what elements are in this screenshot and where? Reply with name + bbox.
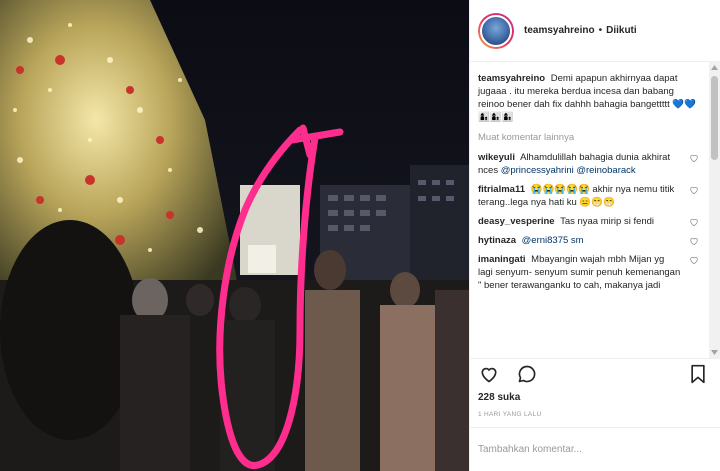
avatar[interactable] [478,12,514,49]
post-header: teamsyahreino • Diikuti [470,0,720,62]
comment-item: hytinaza @erni8375 sm [478,234,701,247]
heart-icon[interactable] [689,255,699,265]
comment-icon [518,365,536,382]
comment-input[interactable] [478,444,713,455]
comment-item: wikeyuli Alhamdulillah bahagia dunia akh… [478,151,701,177]
comment-username[interactable]: hytinaza [478,235,516,246]
heart-icon [481,367,497,382]
header-separator: • [598,25,603,36]
scroll-up-arrow-icon[interactable] [709,62,720,73]
heart-icon-svg [690,218,698,227]
post-photo[interactable] [0,0,469,471]
post-timestamp: 1 HARI YANG LALU [478,411,542,418]
like-button[interactable] [478,363,500,385]
instagram-post: teamsyahreino • Diikuti teamsyahreino De… [0,0,720,471]
header-text: teamsyahreino • Diikuti [524,25,637,36]
bookmark-icon [691,364,705,383]
scroll-down-arrow-svg [711,350,718,355]
post-caption: teamsyahreino Demi apapun akhirnyaa dapa… [478,72,701,124]
likes-count[interactable]: 228 suka [478,392,520,403]
load-more-comments[interactable]: Muat komentar lainnya [478,132,701,143]
heart-icon[interactable] [689,185,699,195]
heart-icon[interactable] [689,236,699,246]
avatar-image [480,14,512,47]
add-comment-bar [470,427,720,471]
caption-username[interactable]: teamsyahreino [478,73,545,84]
save-button[interactable] [687,363,709,385]
scroll-down-arrow-icon[interactable] [709,347,720,358]
comment-username[interactable]: fitrialma11 [478,184,525,195]
scroll-up-arrow-svg [711,65,718,70]
scrollbar-thumb[interactable] [711,76,718,160]
photo-illustration [0,0,469,471]
heart-icon-svg [690,237,698,246]
comment-button[interactable] [516,363,538,385]
comment-username[interactable]: wikeyuli [478,152,515,163]
header-username[interactable]: teamsyahreino [524,25,595,36]
comment-username[interactable]: deasy_vesperine [478,216,555,227]
comment-text: Tas nyaa mirip si fendi [560,216,655,227]
post-sidebar: teamsyahreino • Diikuti teamsyahreino De… [469,0,720,471]
heart-icon[interactable] [689,153,699,163]
heart-icon-svg [690,186,698,195]
comment-item: imaningati Mbayangin wajah mbh Mijan yg … [478,253,701,292]
comment-mention[interactable]: @princessyahrini @reinobarack [501,165,636,176]
follow-status[interactable]: Diikuti [606,25,637,36]
comment-item: deasy_vesperine Tas nyaa mirip si fendi [478,215,701,228]
comments-section: teamsyahreino Demi apapun akhirnyaa dapa… [470,62,720,358]
comment-mention[interactable]: @erni8375 sm [522,235,584,246]
heart-icon[interactable] [689,217,699,227]
heart-icon-svg [690,256,698,265]
comments-scrollbar[interactable] [709,62,720,358]
action-bar [470,358,720,388]
comment-username[interactable]: imaningati [478,254,526,265]
heart-icon-svg [690,154,698,163]
comment-item: fitrialma11 😭😭😭😭😭 akhir nya nemu titik t… [478,183,701,209]
